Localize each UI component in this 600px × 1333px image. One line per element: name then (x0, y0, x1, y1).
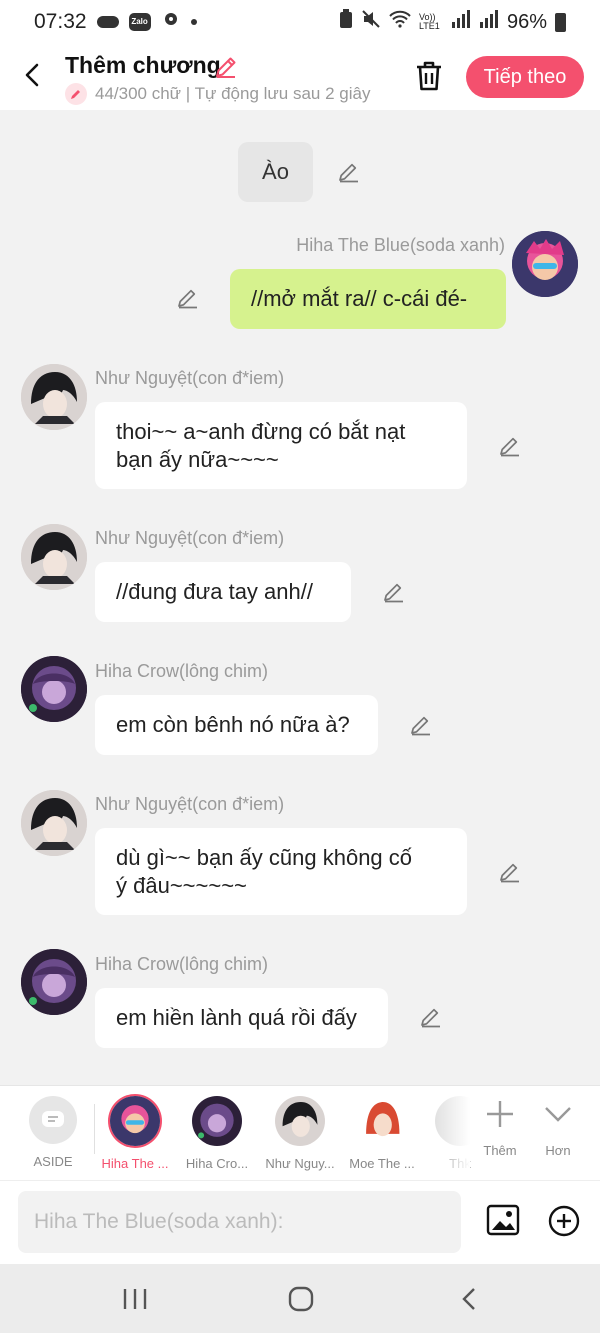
signal-icon (451, 10, 471, 34)
edit-icon[interactable] (176, 286, 200, 310)
header: Thêm chương 44/300 chữ | Tự động lưu sau… (0, 44, 600, 110)
edit-icon[interactable] (498, 860, 522, 884)
input-bar: Hiha The Blue(soda xanh): (0, 1180, 600, 1264)
avatar (357, 1096, 407, 1146)
add-icon[interactable] (548, 1205, 580, 1237)
add-label: Thêm (483, 1143, 517, 1158)
more-button[interactable]: Hơn (528, 1098, 588, 1158)
edit-icon[interactable] (409, 713, 433, 737)
network-type: Vo)) LTE1 (418, 12, 440, 31)
character-label: Moe The ... (349, 1156, 415, 1171)
edit-icon[interactable] (382, 580, 406, 604)
scroll-fade (430, 1086, 470, 1181)
speaker-name: Như Nguyệt(con đ*iem) (95, 368, 285, 388)
avatar-nhu-nguyet[interactable] (21, 524, 87, 590)
edit-icon[interactable] (419, 1005, 443, 1029)
battery-icon (555, 12, 566, 32)
message-input[interactable]: Hiha The Blue(soda xanh): (18, 1191, 461, 1253)
edit-icon[interactable] (498, 434, 522, 458)
chevron-down-icon (545, 1107, 571, 1122)
mute-icon (361, 9, 381, 35)
message-bubble[interactable]: thoi~~ a~anh đừng có bắt nạt bạn ấy nữa~… (95, 402, 467, 489)
message-line: dù gì~~ bạn ấy cũng không cố (116, 845, 413, 870)
trash-icon[interactable] (414, 60, 444, 92)
speaker-name: Như Nguyệt(con đ*iem) (95, 528, 285, 548)
battery-percent: 96% (506, 10, 547, 33)
aside-icon (29, 1096, 77, 1144)
status-time: 07:32 (34, 10, 87, 33)
home-icon[interactable] (288, 1286, 318, 1312)
character-bar: ASIDE Hiha The ... Hiha Cro... Như Nguy.… (0, 1085, 600, 1181)
speaker-name: Như Nguyệt(con đ*iem) (95, 794, 285, 814)
narration-bubble[interactable]: Ào (238, 142, 313, 202)
message-line: thoi~~ a~anh đừng có bắt nạt (116, 419, 406, 444)
message-bubble-self[interactable]: //mở mắt ra// c-cái đé- (230, 269, 506, 329)
edit-title-icon[interactable] (213, 54, 239, 80)
avatar (192, 1096, 242, 1146)
system-nav-bar (0, 1264, 600, 1333)
zalo-icon: Zalo (128, 13, 151, 31)
image-icon[interactable] (486, 1203, 520, 1237)
character-label: Hiha The ... (101, 1156, 169, 1171)
avatar-nhu-nguyet[interactable] (21, 364, 87, 430)
speaker-name: Hiha Crow(lông chim) (95, 661, 269, 681)
character-moe-the[interactable]: Moe The ... (342, 1096, 422, 1171)
avatar-hiha-crow[interactable] (21, 949, 87, 1015)
more-label: Hơn (545, 1143, 571, 1158)
avatar (110, 1096, 160, 1146)
gear-notification-icon (161, 9, 181, 35)
message-line: ý đâu~~~~~~ (116, 873, 247, 898)
add-character-button[interactable]: Thêm (470, 1098, 530, 1158)
wifi-icon (389, 10, 411, 34)
character-hiha-the-blue[interactable]: Hiha The ... (95, 1096, 175, 1171)
status-bar: 07:32 Zalo Vo)) LTE1 96% (0, 0, 600, 44)
message-bubble[interactable]: //đung đưa tay anh// (95, 562, 351, 622)
character-label: Hiha Cro... (185, 1156, 249, 1171)
avatar-nhu-nguyet[interactable] (21, 790, 87, 856)
avatar (275, 1096, 325, 1146)
character-nhu-nguyet[interactable]: Như Nguy... (260, 1096, 340, 1171)
back-icon[interactable] (20, 62, 46, 88)
speaker-name: Hiha Crow(lông chim) (95, 954, 269, 974)
edit-icon[interactable] (337, 160, 361, 184)
avatar-hiha-crow[interactable] (21, 656, 87, 722)
page-title: Thêm chương (65, 52, 221, 78)
more-notifications-icon (190, 19, 197, 25)
avatar-hiha-the-blue[interactable] (512, 231, 578, 297)
speaker-name: Hiha The Blue(soda xanh) (296, 235, 505, 255)
character-aside[interactable]: ASIDE (13, 1096, 93, 1169)
message-bubble[interactable]: em còn bênh nó nữa à? (95, 695, 378, 755)
message-bubble[interactable]: dù gì~~ bạn ấy cũng không cố ý đâu~~~~~~ (95, 828, 467, 915)
character-label: Như Nguy... (265, 1156, 335, 1171)
message-line: bạn ấy nữa~~~~ (116, 447, 279, 472)
chat-area[interactable]: Ào Hiha The Blue(soda xanh) //mở mắt ra/… (0, 110, 600, 1085)
character-hiha-crow[interactable]: Hiha Cro... (177, 1096, 257, 1171)
recent-apps-icon[interactable] (120, 1286, 150, 1312)
recycle-icon (339, 9, 353, 35)
plus-icon (487, 1101, 513, 1127)
word-count-text: 44/300 chữ | Tự động lưu sau 2 giây (95, 84, 371, 103)
signal-icon-2 (479, 10, 499, 34)
cloud-icon (96, 16, 119, 28)
character-label: ASIDE (33, 1154, 73, 1169)
save-status: 44/300 chữ | Tự động lưu sau 2 giây (65, 83, 370, 105)
pencil-icon (65, 83, 87, 105)
message-bubble[interactable]: em hiền lành quá rồi đấy (95, 988, 388, 1048)
next-button[interactable]: Tiếp theo (466, 56, 584, 98)
back-nav-icon[interactable] (458, 1286, 488, 1312)
